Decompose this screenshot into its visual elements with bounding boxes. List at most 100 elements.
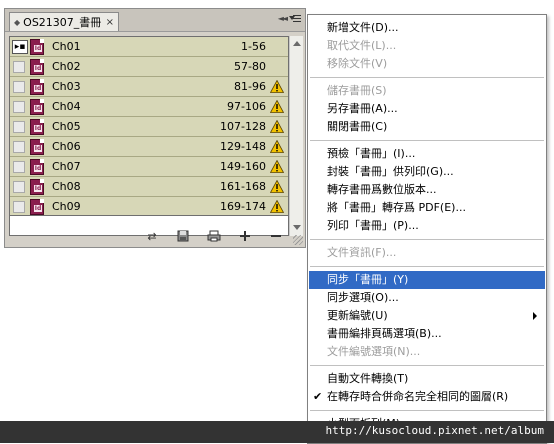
chapter-page-range: 1-56 <box>241 40 266 53</box>
chapter-page-range: 107-128 <box>220 120 266 133</box>
vertical-scrollbar[interactable] <box>289 36 303 236</box>
indesign-file-icon <box>30 179 44 195</box>
resize-grip-icon[interactable] <box>293 235 303 245</box>
document-status-box <box>13 121 25 133</box>
chapter-row[interactable]: ▸▪ Ch01 1-56 <box>10 37 288 57</box>
indesign-file-icon <box>30 159 44 175</box>
menu-item-label: 關閉書冊(C) <box>327 120 388 133</box>
chapter-page-range: 97-106 <box>227 100 266 113</box>
menu-item-label: 自動文件轉換(T) <box>327 372 409 385</box>
menu-item[interactable]: 文件編號選項(N)... <box>309 343 545 361</box>
indesign-file-icon <box>30 39 44 55</box>
menu-item[interactable]: 轉存書冊爲數位版本... <box>309 181 545 199</box>
chapter-page-range: 169-174 <box>220 200 266 213</box>
menu-item[interactable]: 預檢「書冊」(I)... <box>309 145 545 163</box>
checkmark-icon: ✔ <box>313 390 323 403</box>
close-icon[interactable]: × <box>106 17 114 28</box>
collapse-arrows-icon[interactable]: ◄◄ <box>278 14 288 23</box>
menu-item[interactable]: 文件資訊(F)... <box>309 244 545 262</box>
menu-item-label: 將「書冊」轉存爲 PDF(E)... <box>327 201 466 214</box>
add-document-icon[interactable] <box>238 230 252 244</box>
book-tab[interactable]: ◆ OS21307_書冊 × <box>9 12 119 31</box>
watermark-bar: http://kusocloud.pixnet.net/album <box>0 421 554 443</box>
indesign-file-icon <box>30 199 44 215</box>
menu-separator <box>310 410 544 411</box>
menu-item[interactable]: 更新編號(U) <box>309 307 545 325</box>
document-status-box <box>13 101 25 113</box>
warning-icon <box>270 180 284 193</box>
save-book-icon[interactable] <box>176 230 190 244</box>
menu-item[interactable]: 儲存書冊(S) <box>309 82 545 100</box>
panel-menu-icon[interactable] <box>289 13 301 23</box>
chapter-name: Ch03 <box>52 80 81 93</box>
indesign-file-icon <box>30 119 44 135</box>
submenu-arrow-icon <box>533 312 537 320</box>
chapter-list: ▸▪Ch011-56Ch0257-80Ch0381-96Ch0497-106Ch… <box>9 36 289 216</box>
menu-item-label: 移除文件(V) <box>327 57 388 70</box>
menu-item[interactable]: 將「書冊」轉存爲 PDF(E)... <box>309 199 545 217</box>
chapter-row[interactable]: Ch09 169-174 <box>10 197 288 215</box>
menu-item-label: 另存書冊(A)... <box>327 102 398 115</box>
chapter-row[interactable]: Ch04 97-106 <box>10 97 288 117</box>
menu-item-label: 儲存書冊(S) <box>327 84 387 97</box>
document-status-box <box>13 141 25 153</box>
book-tab-title: OS21307_書冊 <box>23 16 102 29</box>
chapter-page-range: 57-80 <box>234 60 266 73</box>
chapter-name: Ch02 <box>52 60 81 73</box>
book-panel-menu: 新增文件(D)... 取代文件(L)... 移除文件(V) 儲存書冊(S) 另存書冊(A… <box>307 14 547 444</box>
panel-footer: ⇄ <box>5 227 305 247</box>
menu-separator <box>310 239 544 240</box>
chapter-row[interactable]: Ch07 149-160 <box>10 157 288 177</box>
menu-item-label: 書冊編排頁碼選項(B)... <box>327 327 442 340</box>
chapter-name: Ch08 <box>52 180 81 193</box>
watermark-url: http://kusocloud.pixnet.net/album <box>325 424 544 437</box>
menu-item[interactable]: 封裝「書冊」供列印(G)... <box>309 163 545 181</box>
menu-item-label: 同步選項(O)... <box>327 291 399 304</box>
document-status-box <box>13 201 25 213</box>
open-document-icon: ▸▪ <box>12 40 28 54</box>
menu-item[interactable]: 取代文件(L)... <box>309 37 545 55</box>
menu-item[interactable]: 另存書冊(A)... <box>309 100 545 118</box>
warning-icon <box>270 120 284 133</box>
remove-document-icon[interactable] <box>269 230 283 244</box>
menu-item[interactable]: 新增文件(D)... <box>309 19 545 37</box>
warning-icon <box>270 200 284 213</box>
chapter-row[interactable]: Ch08 161-168 <box>10 177 288 197</box>
menu-item-label: 預檢「書冊」(I)... <box>327 147 416 160</box>
chapter-name: Ch06 <box>52 140 81 153</box>
menu-item-label: 取代文件(L)... <box>327 39 397 52</box>
chapter-row[interactable]: Ch05 107-128 <box>10 117 288 137</box>
menu-item[interactable]: 關閉書冊(C) <box>309 118 545 136</box>
indesign-file-icon <box>30 99 44 115</box>
synchronize-icon[interactable]: ⇄ <box>145 230 159 244</box>
warning-icon <box>270 140 284 153</box>
chapter-row[interactable]: Ch03 81-96 <box>10 77 288 97</box>
book-panel: ◆ OS21307_書冊 × ◄◄ ▸▪Ch011-56Ch0257-80Ch0… <box>4 8 306 248</box>
menu-item[interactable]: 自動文件轉換(T) <box>309 370 545 388</box>
menu-item-label: 轉存書冊爲數位版本... <box>327 183 437 196</box>
menu-item-label: 列印「書冊」(P)... <box>327 219 419 232</box>
indesign-file-icon <box>30 139 44 155</box>
warning-icon <box>270 100 284 113</box>
menu-item-label: 在轉存時合併命名完全相同的圖層(R) <box>327 390 509 403</box>
indesign-file-icon <box>30 59 44 75</box>
menu-item[interactable]: 書冊編排頁碼選項(B)... <box>309 325 545 343</box>
menu-item[interactable]: 同步選項(O)... <box>309 289 545 307</box>
menu-item-label: 更新編號(U) <box>327 309 388 322</box>
menu-item-label: 封裝「書冊」供列印(G)... <box>327 165 454 178</box>
panel-tab-bar: ◆ OS21307_書冊 × ◄◄ <box>5 9 305 32</box>
chapter-name: Ch01 <box>52 40 81 53</box>
scroll-up-icon[interactable] <box>293 41 301 46</box>
chapter-row[interactable]: Ch02 57-80 <box>10 57 288 77</box>
menu-item[interactable]: 移除文件(V) <box>309 55 545 73</box>
chapter-row[interactable]: Ch06 129-148 <box>10 137 288 157</box>
menu-item[interactable]: 同步「書冊」(Y) <box>309 271 545 289</box>
document-status-box <box>13 61 25 73</box>
menu-item[interactable]: 列印「書冊」(P)... <box>309 217 545 235</box>
menu-item[interactable]: ✔ 在轉存時合併命名完全相同的圖層(R) <box>309 388 545 406</box>
chapter-page-range: 81-96 <box>234 80 266 93</box>
print-book-icon[interactable] <box>207 230 221 244</box>
menu-item-label: 文件編號選項(N)... <box>327 345 421 358</box>
chapter-name: Ch09 <box>52 200 81 213</box>
chapter-name: Ch07 <box>52 160 81 173</box>
